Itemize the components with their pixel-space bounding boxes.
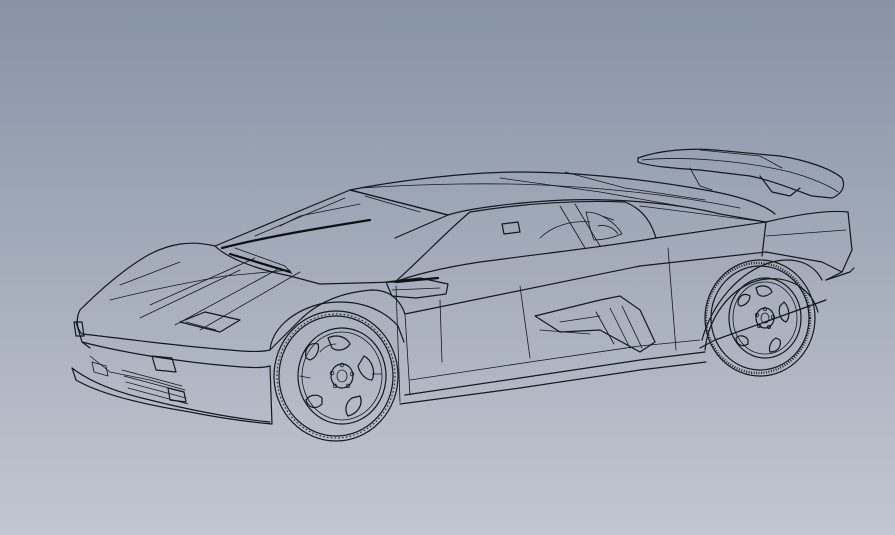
cad-viewport[interactable] xyxy=(0,0,895,535)
car-wireframe-drawing xyxy=(0,0,895,535)
